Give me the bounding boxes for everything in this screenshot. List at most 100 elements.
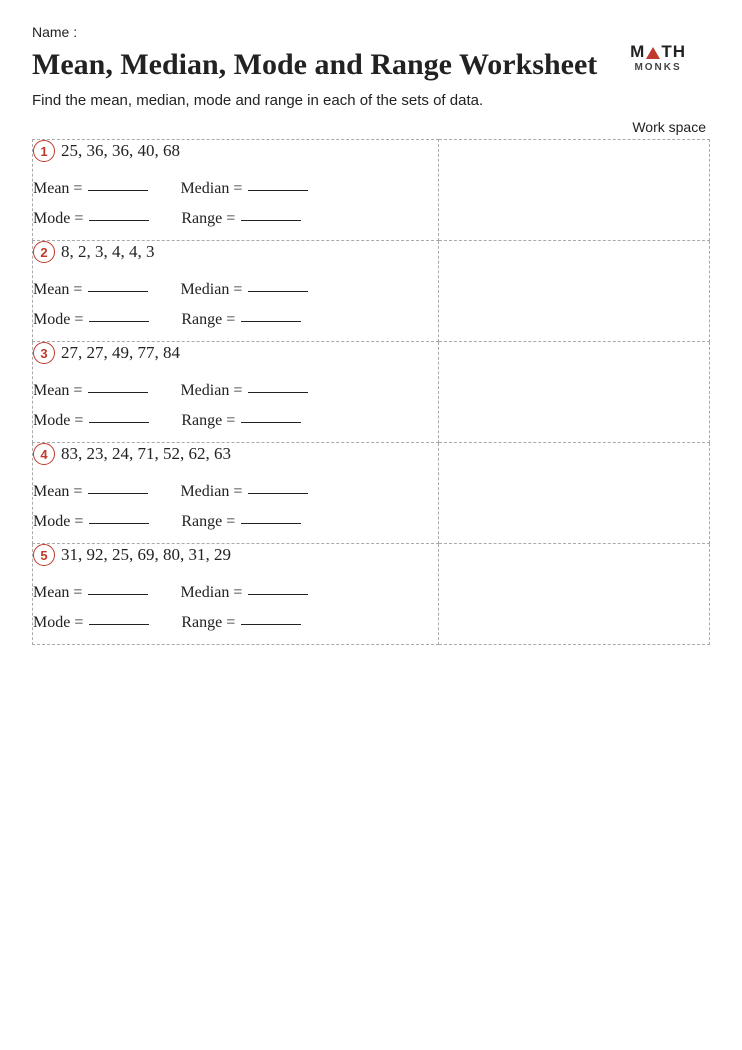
logo-monks: MONKS <box>630 62 686 73</box>
problem-cell-4: 4 83, 23, 24, 71, 52, 62, 63 Mean = Medi… <box>33 443 439 544</box>
mode-blank-4 <box>89 520 149 524</box>
range-label-1: Range = <box>181 210 235 228</box>
problem-cell-3: 3 27, 27, 49, 77, 84 Mean = Median = Mod… <box>33 342 439 443</box>
mean-label-2: Mean = <box>33 281 82 299</box>
mean-row-1: Mean = Median = <box>33 180 438 198</box>
problem-values-2: 8, 2, 3, 4, 4, 3 <box>61 242 155 262</box>
mean-blank-3 <box>88 389 148 393</box>
range-label-4: Range = <box>181 513 235 531</box>
table-row: 1 25, 36, 36, 40, 68 Mean = Median = Mod… <box>33 140 710 241</box>
median-label-4: Median = <box>180 483 242 501</box>
mean-blank-2 <box>88 288 148 292</box>
median-item-1: Median = <box>180 180 308 198</box>
range-blank-2 <box>241 318 301 322</box>
mode-row-3: Mode = Range = <box>33 412 438 430</box>
header: MTH MONKS Name : Mean, Median, Mode and … <box>32 24 710 135</box>
range-label-5: Range = <box>181 614 235 632</box>
table-row: 4 83, 23, 24, 71, 52, 62, 63 Mean = Medi… <box>33 443 710 544</box>
range-item-5: Range = <box>181 614 301 632</box>
subtitle: Find the mean, median, mode and range in… <box>32 92 710 109</box>
median-label-2: Median = <box>180 281 242 299</box>
problem-number-1: 1 <box>33 140 55 162</box>
mode-label-2: Mode = <box>33 311 83 329</box>
mean-blank-1 <box>88 187 148 191</box>
mean-row-5: Mean = Median = <box>33 584 438 602</box>
median-item-3: Median = <box>180 382 308 400</box>
range-item-2: Range = <box>181 311 301 329</box>
workspace-cell-4 <box>439 443 710 544</box>
mean-blank-5 <box>88 591 148 595</box>
name-label: Name : <box>32 24 710 40</box>
median-label-3: Median = <box>180 382 242 400</box>
median-label-5: Median = <box>180 584 242 602</box>
range-blank-5 <box>241 621 301 625</box>
median-blank-1 <box>248 187 308 191</box>
workspace-cell-3 <box>439 342 710 443</box>
mode-row-2: Mode = Range = <box>33 311 438 329</box>
median-item-2: Median = <box>180 281 308 299</box>
mode-row-4: Mode = Range = <box>33 513 438 531</box>
table-row: 3 27, 27, 49, 77, 84 Mean = Median = Mod… <box>33 342 710 443</box>
logo-triangle-icon <box>646 47 660 59</box>
mode-item-2: Mode = <box>33 311 149 329</box>
median-blank-5 <box>248 591 308 595</box>
problem-number-2: 2 <box>33 241 55 263</box>
logo-text: MTH <box>630 42 686 61</box>
mode-item-5: Mode = <box>33 614 149 632</box>
problem-cell-2: 2 8, 2, 3, 4, 4, 3 Mean = Median = Mode … <box>33 241 439 342</box>
problem-values-4: 83, 23, 24, 71, 52, 62, 63 <box>61 444 231 464</box>
mean-item-5: Mean = <box>33 584 148 602</box>
mode-item-4: Mode = <box>33 513 149 531</box>
median-blank-3 <box>248 389 308 393</box>
logo: MTH MONKS <box>630 42 686 73</box>
problem-values-1: 25, 36, 36, 40, 68 <box>61 141 180 161</box>
range-blank-4 <box>241 520 301 524</box>
mean-item-3: Mean = <box>33 382 148 400</box>
workspace-label: Work space <box>32 119 710 135</box>
mean-row-4: Mean = Median = <box>33 483 438 501</box>
problem-values-5: 31, 92, 25, 69, 80, 31, 29 <box>61 545 231 565</box>
problems-table: 1 25, 36, 36, 40, 68 Mean = Median = Mod… <box>32 139 710 645</box>
mean-blank-4 <box>88 490 148 494</box>
table-row: 2 8, 2, 3, 4, 4, 3 Mean = Median = Mode … <box>33 241 710 342</box>
mean-label-1: Mean = <box>33 180 82 198</box>
mode-label-1: Mode = <box>33 210 83 228</box>
mode-item-1: Mode = <box>33 210 149 228</box>
range-item-1: Range = <box>181 210 301 228</box>
mode-item-3: Mode = <box>33 412 149 430</box>
workspace-cell-5 <box>439 544 710 645</box>
mode-row-5: Mode = Range = <box>33 614 438 632</box>
problem-number-3: 3 <box>33 342 55 364</box>
median-item-5: Median = <box>180 584 308 602</box>
mode-label-3: Mode = <box>33 412 83 430</box>
problem-cell-5: 5 31, 92, 25, 69, 80, 31, 29 Mean = Medi… <box>33 544 439 645</box>
mode-label-5: Mode = <box>33 614 83 632</box>
mode-label-4: Mode = <box>33 513 83 531</box>
problem-data-2: 2 8, 2, 3, 4, 4, 3 <box>33 241 438 263</box>
problem-cell-1: 1 25, 36, 36, 40, 68 Mean = Median = Mod… <box>33 140 439 241</box>
problem-data-1: 1 25, 36, 36, 40, 68 <box>33 140 438 162</box>
workspace-cell-2 <box>439 241 710 342</box>
mode-blank-3 <box>89 419 149 423</box>
mean-label-5: Mean = <box>33 584 82 602</box>
mode-blank-5 <box>89 621 149 625</box>
median-label-1: Median = <box>180 180 242 198</box>
mode-blank-2 <box>89 318 149 322</box>
workspace-cell-1 <box>439 140 710 241</box>
range-blank-1 <box>241 217 301 221</box>
range-item-3: Range = <box>181 412 301 430</box>
problem-data-3: 3 27, 27, 49, 77, 84 <box>33 342 438 364</box>
mean-label-3: Mean = <box>33 382 82 400</box>
page-title: Mean, Median, Mode and Range Worksheet <box>32 48 710 82</box>
range-blank-3 <box>241 419 301 423</box>
mean-row-2: Mean = Median = <box>33 281 438 299</box>
range-label-3: Range = <box>181 412 235 430</box>
range-label-2: Range = <box>181 311 235 329</box>
range-item-4: Range = <box>181 513 301 531</box>
median-item-4: Median = <box>180 483 308 501</box>
mode-blank-1 <box>89 217 149 221</box>
mode-row-1: Mode = Range = <box>33 210 438 228</box>
mean-row-3: Mean = Median = <box>33 382 438 400</box>
median-blank-2 <box>248 288 308 292</box>
problem-values-3: 27, 27, 49, 77, 84 <box>61 343 180 363</box>
